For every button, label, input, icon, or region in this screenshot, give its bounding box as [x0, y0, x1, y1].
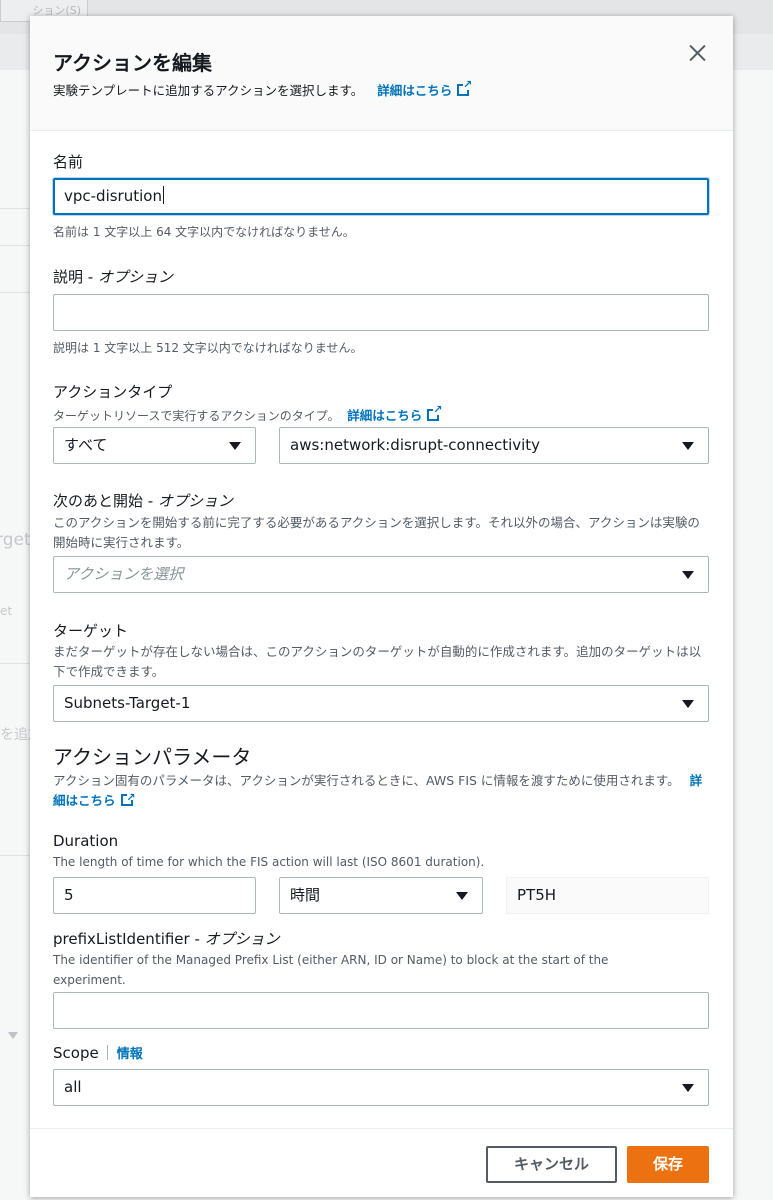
target-select[interactable]: Subnets-Target-1	[53, 685, 709, 722]
backdrop-divider	[0, 245, 30, 246]
description-label-text: 説明 -	[53, 268, 98, 286]
action-category-select[interactable]: すべて	[53, 427, 256, 464]
duration-unit-select[interactable]: 時間	[279, 877, 483, 914]
action-type-description: ターゲットリソースで実行するアクションのタイプ。 詳細はこちら	[53, 403, 442, 424]
duration-description: The length of time for which the FIS act…	[53, 855, 485, 869]
scope-label-text: Scope	[53, 1044, 99, 1062]
action-type-select[interactable]: aws:network:disrupt-connectivity	[279, 427, 709, 464]
text-cursor	[162, 186, 164, 204]
duration-unit-value: 時間	[290, 886, 321, 904]
start-after-description: このアクションを開始する前に完了する必要があるアクションを選択します。それ以外の…	[53, 515, 700, 550]
scope-select[interactable]: all	[53, 1069, 709, 1106]
action-parameters-description: アクション固有のパラメータは、アクションが実行されるときに、AWS FIS に情…	[53, 771, 703, 811]
prefix-list-label: prefixListIdentifier - オプション	[53, 928, 280, 949]
description-input[interactable]	[53, 294, 709, 331]
prefix-list-label-text: prefixListIdentifier -	[53, 930, 205, 948]
name-hint: 名前は 1 文字以上 64 文字以内でなければなりません。	[53, 225, 355, 239]
close-icon[interactable]	[685, 40, 711, 66]
duration-value: 5	[64, 886, 74, 904]
prefix-list-description: The identifier of the Managed Prefix Lis…	[53, 953, 609, 987]
target-value: Subnets-Target-1	[64, 694, 191, 712]
save-button[interactable]: 保存	[627, 1146, 709, 1183]
prefix-list-input[interactable]	[53, 992, 709, 1029]
external-link-icon	[457, 78, 472, 96]
learn-more-label: 詳細はこちら	[377, 83, 453, 98]
backdrop-divider	[0, 292, 30, 293]
name-label: 名前	[53, 153, 84, 171]
edit-action-modal: アクションを編集 実験テンプレートに追加するアクションを選択します。 詳細はこち…	[30, 16, 733, 1197]
info-separator	[106, 1045, 108, 1060]
optional-tag: オプション	[97, 268, 173, 286]
scope-value: all	[64, 1078, 82, 1096]
name-input-value: vpc-disrution	[64, 187, 162, 205]
description-hint: 説明は 1 文字以上 512 文字以内でなければなりません。	[53, 341, 363, 355]
modal-header: アクションを編集 実験テンプレートに追加するアクションを選択します。 詳細はこち…	[30, 16, 733, 131]
name-input[interactable]: vpc-disrution	[53, 178, 709, 215]
learn-more-label: 詳細はこちら	[347, 408, 423, 423]
action-type-learn-more-link[interactable]: 詳細はこちら	[347, 403, 442, 423]
modal-title: アクションを編集	[53, 51, 212, 75]
description-label: 説明 - オプション	[53, 266, 173, 287]
cancel-button[interactable]: キャンセル	[486, 1146, 617, 1183]
backdrop-text: rget	[0, 530, 31, 550]
backdrop-divider	[0, 855, 30, 856]
scope-label: Scope 情報	[53, 1043, 143, 1062]
backdrop-caret-icon	[8, 1032, 18, 1039]
start-after-label: 次のあと開始 - オプション	[53, 490, 233, 511]
start-after-select[interactable]: アクションを選択	[53, 556, 709, 593]
target-label: ターゲット	[53, 622, 129, 640]
action-category-value: すべて	[64, 436, 108, 454]
duration-iso-value: PT5H	[506, 877, 709, 914]
external-link-icon	[120, 788, 136, 808]
action-type-value: aws:network:disrupt-connectivity	[290, 436, 541, 454]
duration-value-input[interactable]: 5	[53, 877, 256, 914]
external-link-icon	[427, 403, 442, 421]
backdrop-text: et	[0, 604, 13, 618]
start-after-placeholder: アクションを選択	[64, 565, 184, 583]
modal-description: 実験テンプレートに追加するアクションを選択します。 詳細はこちら	[53, 78, 472, 99]
backdrop-divider	[0, 663, 30, 664]
action-parameters-title: アクションパラメータ	[53, 745, 252, 769]
learn-more-link[interactable]: 詳細はこちら	[377, 78, 472, 98]
action-parameters-description-text: アクション固有のパラメータは、アクションが実行されるときに、AWS FIS に情…	[53, 773, 680, 788]
scope-info-link[interactable]: 情報	[117, 1047, 143, 1062]
backdrop-divider	[0, 208, 30, 209]
modal-footer: キャンセル 保存	[30, 1128, 733, 1197]
start-after-label-text: 次のあと開始 -	[53, 492, 158, 510]
optional-tag: オプション	[204, 930, 280, 948]
modal-description-text: 実験テンプレートに追加するアクションを選択します。	[53, 83, 364, 98]
duration-label: Duration	[53, 832, 119, 850]
action-type-description-text: ターゲットリソースで実行するアクションのタイプ。	[53, 409, 340, 423]
action-type-label: アクションタイプ	[53, 383, 173, 401]
target-description: まだターゲットが存在しない場合は、このアクションのターゲットが自動的に作成されま…	[53, 644, 702, 679]
optional-tag: オプション	[157, 492, 233, 510]
